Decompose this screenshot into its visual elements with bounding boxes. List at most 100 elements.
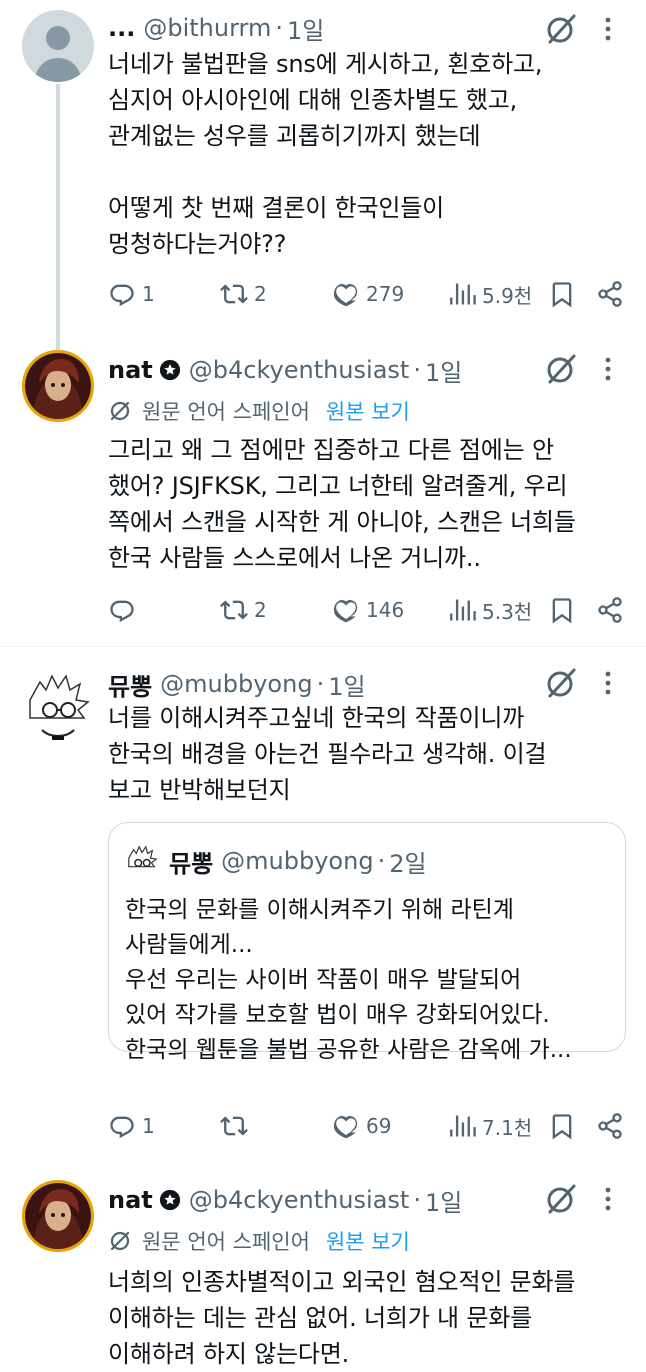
tweet-text: 그리고 왜 그 점에만 집중하고 다른 점에는 안 했어? JSJFKSK, 그… (108, 436, 576, 572)
more-icon[interactable] (596, 666, 620, 700)
tweet[interactable]: nat @b4ckyenthusiast · 1일 원문 언어 스페인어 원본 … (0, 340, 646, 646)
show-original-link[interactable]: 원본 보기 (326, 396, 410, 426)
more-icon[interactable] (596, 12, 620, 46)
action-bar: 2 146 5.3천 (108, 590, 628, 630)
views-count: 5.3천 (482, 599, 533, 624)
bookmark-button[interactable] (548, 590, 576, 630)
retweet-button[interactable]: 2 (220, 590, 267, 630)
tweet-text: 너네가 불법판을 sns에 게시하고, 횐호하고, 심지어 아시아인에 대해 인… (108, 50, 543, 258)
timestamp[interactable]: 1일 (287, 11, 324, 46)
reply-count: 1 (142, 282, 155, 306)
like-button[interactable]: 146 (332, 590, 404, 630)
reply-count: 1 (142, 1114, 155, 1138)
tweet-header: nat @b4ckyenthusiast · 1일 (108, 352, 462, 388)
translation-note: 원문 언어 스페인어 원본 보기 (108, 396, 410, 426)
grok-icon[interactable] (544, 352, 578, 386)
bookmark-icon (548, 280, 576, 308)
translate-icon (108, 1229, 132, 1253)
timestamp[interactable]: 1일 (425, 1183, 462, 1218)
retweet-icon (220, 280, 248, 308)
heart-icon (332, 280, 360, 308)
retweet-button[interactable] (220, 1106, 254, 1146)
separator-dot: · (316, 670, 325, 698)
heart-icon (332, 1112, 360, 1140)
views-button[interactable]: 5.3천 (448, 590, 532, 630)
profile-picture-icon (125, 844, 159, 878)
tweet[interactable]: 뮤뽕 @mubbyong · 1일 너를 이해시켜주고싶네 한국의 작품이니까 … (0, 660, 646, 1170)
action-bar: 1 2 279 5.9천 (108, 274, 628, 314)
reply-button[interactable]: 1 (108, 274, 155, 314)
separator-dot: · (377, 847, 386, 875)
display-name[interactable]: nat (108, 1186, 153, 1214)
separator-dot: · (413, 1186, 421, 1214)
timestamp[interactable]: 1일 (328, 667, 365, 702)
bookmark-icon (548, 596, 576, 624)
avatar[interactable] (22, 1180, 94, 1252)
divider (0, 646, 646, 647)
user-handle[interactable]: @mubbyong (160, 670, 312, 698)
timestamp[interactable]: 1일 (425, 353, 462, 388)
grok-icon[interactable] (544, 12, 578, 46)
translation-note: 원문 언어 스페인어 원본 보기 (108, 1226, 410, 1256)
display-name[interactable]: 뮤뽕 (108, 667, 152, 702)
profile-picture-icon (25, 353, 91, 419)
display-name[interactable]: nat (108, 356, 153, 384)
share-icon (596, 280, 624, 308)
avatar[interactable] (22, 670, 94, 742)
like-button[interactable]: 279 (332, 274, 404, 314)
quoted-tweet-text: 한국의 문화를 이해시켜주기 위해 라틴계 사람들에게... 우선 우리는 사이… (125, 897, 572, 1063)
user-handle[interactable]: @bithurrm (143, 14, 271, 42)
bookmark-button[interactable] (548, 274, 576, 314)
share-icon (596, 1112, 624, 1140)
views-count: 7.1천 (482, 1115, 533, 1140)
verified-badge-icon (159, 1189, 181, 1211)
share-icon (596, 596, 624, 624)
translation-label: 원문 언어 스페인어 (142, 1230, 310, 1254)
quoted-tweet[interactable]: 뮤뽕 @mubbyong · 2일 한국의 문화를 이해시켜주기 위해 라틴계 … (108, 822, 626, 1063)
retweet-count: 2 (254, 282, 267, 306)
bookmark-button[interactable] (548, 1106, 576, 1146)
reply-icon (108, 1112, 136, 1140)
views-icon (448, 596, 476, 624)
quoted-display-name: 뮤뽕 (169, 849, 214, 878)
like-button[interactable]: 69 (332, 1106, 391, 1146)
quoted-user-handle: @mubbyong (221, 847, 374, 875)
tweet-text: 너희의 인종차별적이고 외국인 혐오적인 문화를 이해하는 데는 관심 없어. … (108, 1268, 576, 1368)
share-button[interactable] (596, 1106, 624, 1146)
user-handle[interactable]: @b4ckyenthusiast (189, 1186, 410, 1214)
quoted-timestamp: 2일 (389, 849, 427, 878)
reply-button[interactable] (108, 590, 142, 630)
retweet-button[interactable]: 2 (220, 274, 267, 314)
avatar[interactable] (22, 350, 94, 422)
tweet[interactable]: ... @bithurrm · 1일 너네가 불법판을 sns에 게시하고, 횐… (0, 0, 646, 350)
show-original-link[interactable]: 원본 보기 (326, 1226, 410, 1256)
share-button[interactable] (596, 590, 624, 630)
grok-icon[interactable] (544, 666, 578, 700)
reply-icon (108, 280, 136, 308)
verified-badge-icon (159, 359, 181, 381)
display-name[interactable]: ... (108, 14, 135, 42)
profile-picture-icon (29, 674, 90, 740)
tweet-header: 뮤뽕 @mubbyong · 1일 (108, 666, 366, 702)
translation-label: 원문 언어 스페인어 (142, 400, 310, 424)
avatar[interactable] (22, 10, 94, 82)
user-handle[interactable]: @b4ckyenthusiast (189, 356, 410, 384)
separator-dot: · (275, 14, 284, 42)
views-icon (448, 1112, 476, 1140)
grok-icon[interactable] (544, 1182, 578, 1216)
more-icon[interactable] (596, 1182, 620, 1216)
thread-line (56, 84, 60, 350)
heart-icon (332, 596, 360, 624)
reply-icon (108, 596, 136, 624)
retweet-icon (220, 1112, 248, 1140)
share-button[interactable] (596, 274, 624, 314)
tweet[interactable]: nat @b4ckyenthusiast · 1일 원문 언어 스페인어 원본 … (0, 1170, 646, 1370)
like-count: 279 (366, 282, 405, 306)
views-button[interactable]: 5.9천 (448, 274, 532, 314)
quoted-avatar (125, 844, 159, 878)
profile-picture-icon (25, 1183, 91, 1249)
more-icon[interactable] (596, 352, 620, 386)
reply-button[interactable]: 1 (108, 1106, 155, 1146)
views-button[interactable]: 7.1천 (448, 1106, 532, 1146)
separator-dot: · (413, 356, 421, 384)
